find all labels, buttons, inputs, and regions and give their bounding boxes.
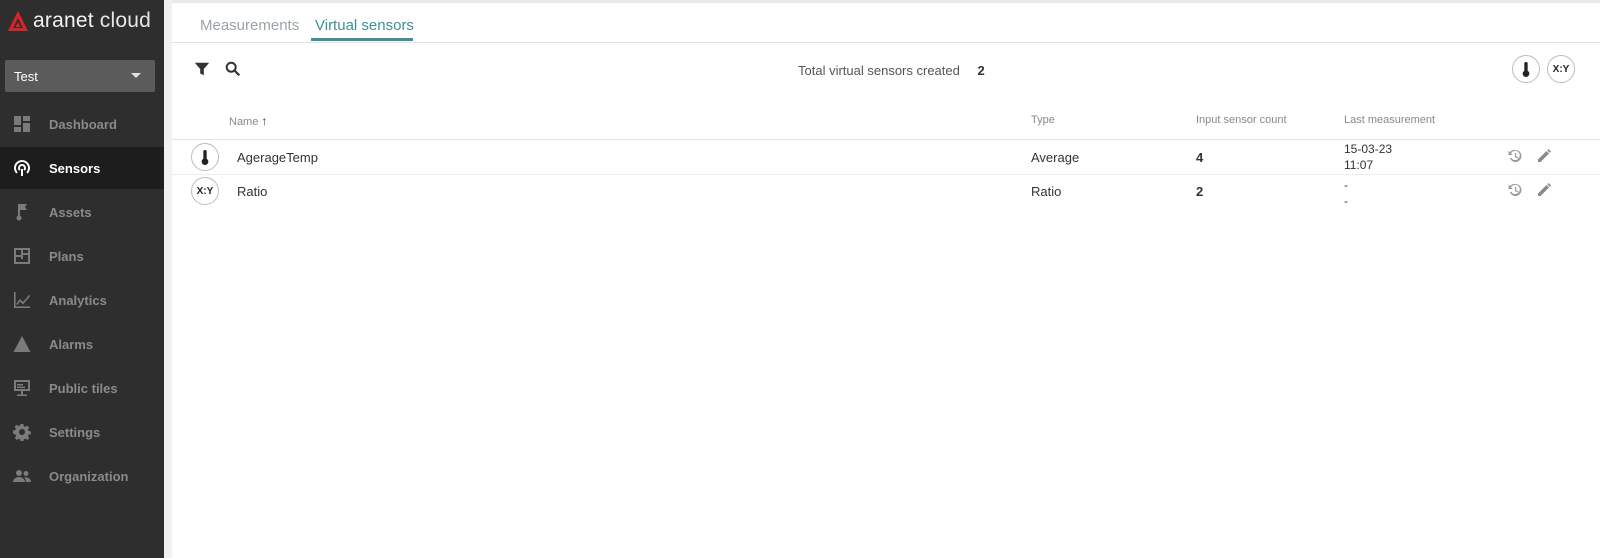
ratio-icon: X:Y: [1552, 63, 1570, 75]
sensor-type: Average: [1031, 150, 1080, 165]
tab-bar: Measurements Virtual sensors: [172, 3, 1600, 43]
sidebar-item-sensors[interactable]: Sensors: [0, 147, 164, 189]
table-row[interactable]: AgerageTemp Average 4 15-03-23 11:07: [172, 140, 1600, 175]
sidebar-item-plans[interactable]: Plans: [0, 235, 164, 277]
brand-name: aranet cloud: [33, 9, 151, 32]
tab-measurements[interactable]: Measurements: [200, 17, 299, 34]
aranet-logo-icon: [8, 11, 28, 31]
brand-logo[interactable]: aranet cloud: [7, 6, 151, 36]
input-sensor-count: 2: [1196, 184, 1204, 199]
chevron-down-icon: [131, 73, 141, 78]
sidebar-item-assets[interactable]: Assets: [0, 191, 164, 233]
table-header: Name ↑ Type Input sensor count Last measu…: [172, 112, 1600, 140]
plans-icon: [12, 246, 32, 266]
sidebar-item-label: Sensors: [49, 160, 101, 176]
last-measurement: --: [1344, 178, 1348, 208]
sidebar-item-settings[interactable]: Settings: [0, 411, 164, 453]
sidebar-item-analytics[interactable]: Analytics: [0, 279, 164, 321]
sidebar-item-label: Plans: [49, 248, 84, 264]
sensor-type: Ratio: [1031, 184, 1062, 199]
sidebar-item-label: Assets: [49, 204, 92, 220]
sidebar-item-public-tiles[interactable]: Public tiles: [0, 367, 164, 409]
add-average-sensor-button[interactable]: [1512, 55, 1540, 83]
table-row[interactable]: X:Y Ratio Ratio 2 --: [172, 175, 1600, 209]
sidebar-item-label: Analytics: [49, 292, 107, 308]
organization-select[interactable]: Test: [5, 60, 155, 92]
total-value: 2: [977, 63, 985, 78]
add-ratio-sensor-button[interactable]: X:Y: [1547, 55, 1575, 83]
sidebar-nav: Dashboard Sensors Assets Plans Analytics: [0, 103, 164, 499]
analytics-icon: [12, 290, 32, 310]
sidebar-item-dashboard[interactable]: Dashboard: [0, 103, 164, 145]
sidebar-item-label: Alarms: [49, 336, 94, 352]
main-content: Measurements Virtual sensors Total virtu…: [164, 0, 1600, 558]
column-header-input-count[interactable]: Input sensor count: [1196, 114, 1287, 126]
organization-select-value: Test: [14, 68, 38, 84]
search-icon[interactable]: [224, 60, 244, 80]
sidebar-item-label: Organization: [49, 468, 129, 484]
ratio-icon: X:Y: [191, 177, 219, 205]
alarms-icon: [12, 334, 32, 354]
dashboard-icon: [12, 114, 32, 134]
filter-icon[interactable]: [193, 60, 213, 80]
public-tiles-icon: [12, 378, 32, 398]
sort-arrow-up-icon: ↑: [261, 114, 268, 128]
sidebar-item-organization[interactable]: Organization: [0, 455, 164, 497]
edit-icon[interactable]: [1536, 148, 1554, 166]
input-sensor-count: 4: [1196, 150, 1204, 165]
settings-icon: [12, 422, 32, 442]
sidebar: aranet cloud Test Dashboard Sensors Asse…: [0, 0, 164, 558]
total-label: Total virtual sensors created: [798, 63, 960, 78]
history-icon[interactable]: [1507, 182, 1525, 200]
sensor-name[interactable]: Ratio: [237, 184, 267, 199]
sidebar-item-alarms[interactable]: Alarms: [0, 323, 164, 365]
column-header-type[interactable]: Type: [1031, 114, 1055, 126]
active-tab-indicator: [311, 38, 413, 41]
last-measurement: 15-03-23 11:07: [1344, 142, 1393, 172]
edit-icon[interactable]: [1536, 182, 1554, 200]
tab-virtual-sensors[interactable]: Virtual sensors: [315, 17, 414, 34]
thermometer-icon: [191, 143, 219, 171]
left-gutter: [164, 0, 172, 558]
sidebar-item-label: Settings: [49, 424, 101, 440]
column-header-last-measurement[interactable]: Last measurement: [1344, 114, 1435, 126]
total-virtual-sensors: Total virtual sensors created 2: [798, 63, 985, 78]
sidebar-item-label: Dashboard: [49, 116, 117, 132]
thermometer-icon: [1522, 61, 1530, 77]
assets-icon: [12, 202, 32, 222]
sensors-icon: [12, 158, 32, 178]
sensor-name[interactable]: AgerageTemp: [237, 150, 318, 165]
history-icon[interactable]: [1507, 148, 1525, 166]
sidebar-item-label: Public tiles: [49, 380, 118, 396]
column-header-name[interactable]: Name ↑: [229, 114, 267, 128]
organization-icon: [12, 466, 32, 486]
